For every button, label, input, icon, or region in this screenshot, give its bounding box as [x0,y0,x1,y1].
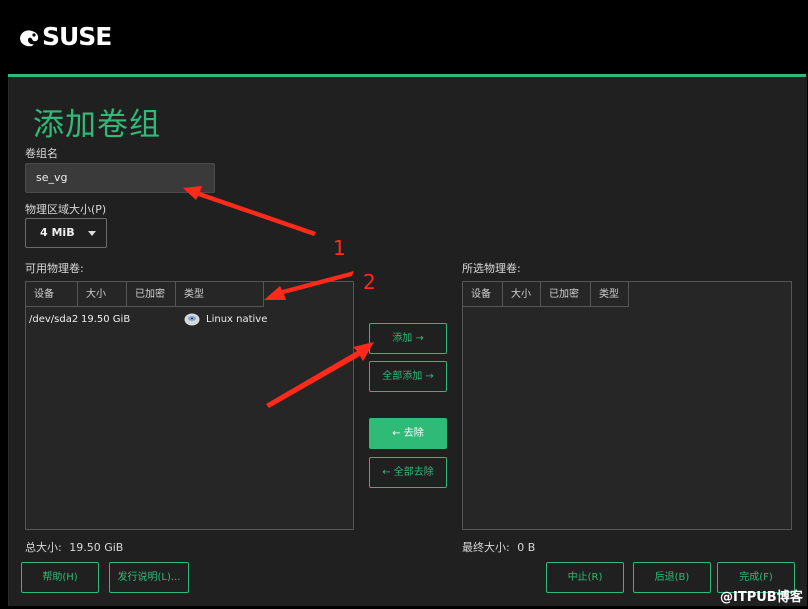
column-header-size[interactable]: 大小 [503,282,541,307]
column-header-size[interactable]: 大小 [78,282,127,307]
add-all-button[interactable]: 全部添加 → [369,361,447,392]
vg-name-input[interactable] [25,163,215,193]
selected-pv-header: 设备 大小 已加密 类型 [463,282,629,307]
cell-type: Linux native [179,310,299,330]
column-header-type[interactable]: 类型 [176,282,264,307]
chevron-down-icon [88,231,96,236]
table-row[interactable]: /dev/sda2 19.50 GiB Linux native [26,310,299,330]
pe-size-select[interactable]: 4 MiB [25,218,107,248]
vg-name-label: 卷组名 [25,147,58,160]
top-bar: SUSE [0,0,808,74]
column-header-encrypted[interactable]: 已加密 [541,282,591,307]
suse-logo: SUSE [18,22,112,51]
available-total-value: 19.50 GiB [69,541,124,554]
available-total-caption: 总大小: [25,541,62,554]
remove-button[interactable]: ← 去除 [369,418,447,449]
logo-text: SUSE [42,22,112,51]
column-header-device[interactable]: 设备 [26,282,78,307]
available-total-label: 总大小: 19.50 GiB [25,539,123,555]
page-title: 添加卷组 [33,107,161,143]
back-button[interactable]: 后退(B) [633,562,711,593]
column-header-device[interactable]: 设备 [463,282,503,307]
abort-button[interactable]: 中止(R) [546,562,624,593]
selected-pv-label: 所选物理卷: [462,262,521,275]
column-header-encrypted[interactable]: 已加密 [127,282,176,307]
annotation-marker-2: 2 [363,270,376,294]
help-button[interactable]: 帮助(H) [21,562,99,593]
cell-size: 19.50 GiB [81,314,131,325]
watermark: @ITPUB博客 [720,590,803,605]
column-header-type[interactable]: 类型 [591,282,629,307]
selected-total-value: 0 B [517,541,536,554]
dialog-content: 添加卷组 卷组名 物理区域大小(P) 4 MiB 可用物理卷: 设备 大小 已加… [8,77,807,606]
selected-pv-table[interactable]: 设备 大小 已加密 类型 [462,281,792,530]
disk-icon [184,313,200,325]
annotation-marker-1: 1 [333,236,346,260]
cell-type-text: Linux native [206,314,268,325]
pe-size-label: 物理区域大小(P) [25,203,107,216]
remove-all-button[interactable]: ← 全部去除 [369,457,447,488]
available-pv-table[interactable]: 设备 大小 已加密 类型 /dev/sda2 19.50 GiB Linux n… [25,281,354,530]
available-pv-label: 可用物理卷: [25,262,84,275]
selected-total-caption: 最终大小: [462,541,510,554]
add-button[interactable]: 添加 → [369,323,447,354]
yast-window: SUSE 添加卷组 卷组名 物理区域大小(P) 4 MiB 可用物理卷: 设备 … [0,0,808,609]
cell-device: /dev/sda2 [29,314,79,325]
release-notes-button[interactable]: 发行说明(L)... [109,562,189,593]
chameleon-icon [20,29,39,46]
available-pv-header: 设备 大小 已加密 类型 [26,282,264,307]
selected-total-label: 最终大小: 0 B [462,539,535,555]
pe-size-value: 4 MiB [40,226,75,239]
